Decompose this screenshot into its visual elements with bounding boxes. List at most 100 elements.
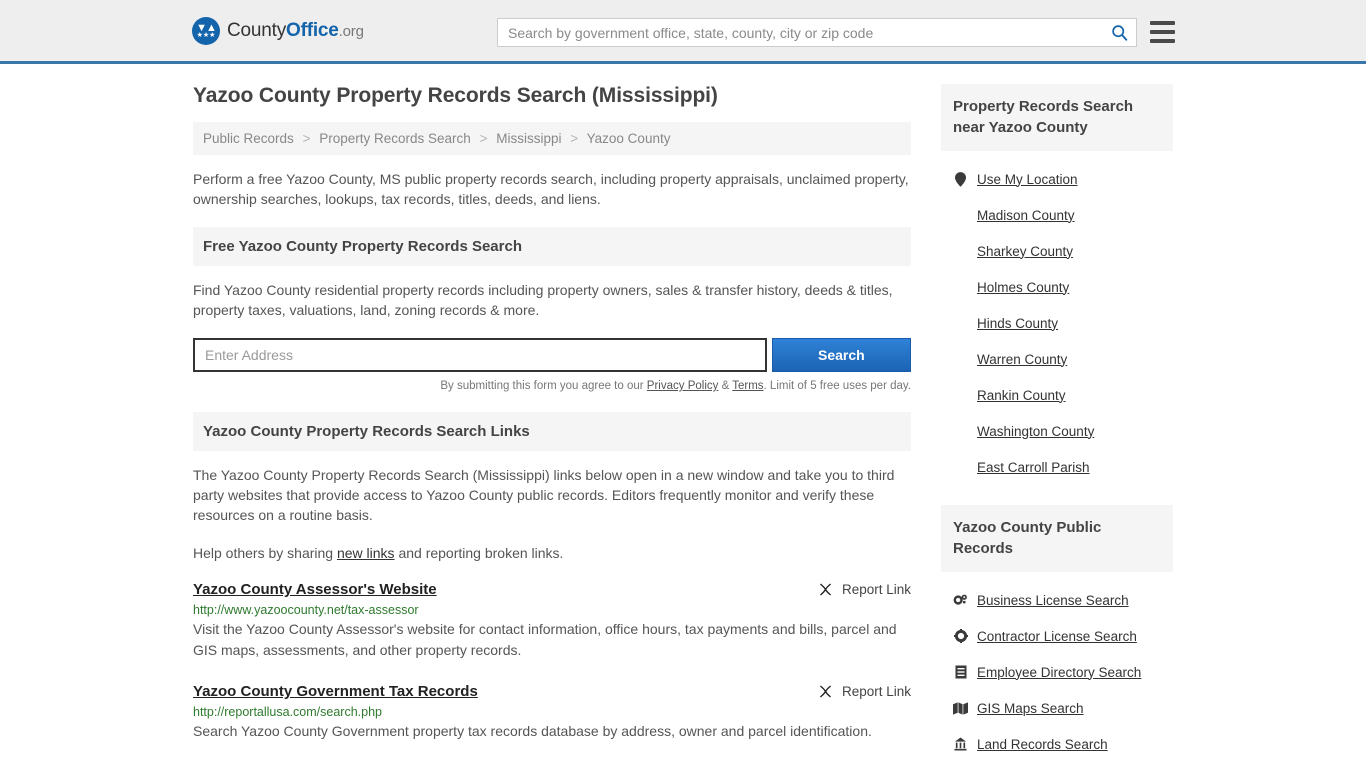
logo-text-office: Office [286,19,339,41]
list-item[interactable]: Hinds County [941,305,1173,341]
list-item[interactable]: Land Records Search [941,726,1173,762]
header-search-input[interactable] [498,19,1102,46]
hamburger-menu-icon[interactable] [1150,21,1175,43]
link-result-item: Yazoo County Government Tax Records Repo… [193,683,911,742]
nearby-county-link[interactable]: Rankin County [977,388,1066,403]
gis-maps-search-link[interactable]: GIS Maps Search [977,701,1084,716]
link-result-url: http://reportallusa.com/search.php [193,705,382,719]
id-card-icon [953,665,968,679]
nearby-county-link[interactable]: Washington County [977,424,1094,439]
hamburger-bar [1150,21,1175,25]
list-item[interactable]: Employee Directory Search [941,654,1173,690]
list-item[interactable]: Use My Location [941,161,1173,197]
help-pre-text: Help others by sharing [193,545,337,561]
address-search-submit-button[interactable]: Search [771,338,911,372]
free-search-description: Find Yazoo County residential property r… [193,282,893,318]
report-link-label: Report Link [841,684,911,699]
countyoffice-eagle-logo-icon: ▼▲ ★★★ [192,16,220,45]
page-body: Yazoo County Property Records Search (Mi… [0,64,1366,768]
list-item[interactable]: Madison County [941,197,1173,233]
sidebar-column: Property Records Search near Yazoo Count… [941,84,1173,768]
list-item[interactable]: East Carroll Parish [941,449,1173,485]
map-icon [953,701,968,715]
form-disclaimer: By submitting this form you agree to our… [193,380,911,392]
page-title: Yazoo County Property Records Search (Mi… [193,84,718,107]
cogs-icon [953,593,968,607]
logo-text: CountyOffice.org [227,20,364,42]
nearby-search-panel-heading: Property Records Search near Yazoo Count… [941,84,1173,151]
stars-glyph: ★★★ [196,32,216,39]
business-license-search-link[interactable]: Business License Search [977,593,1129,608]
nearby-county-link[interactable]: Holmes County [977,280,1069,295]
nearby-county-link[interactable]: Sharkey County [977,244,1073,259]
public-records-panel-heading: Yazoo County Public Records [941,505,1173,572]
nearby-county-link[interactable]: East Carroll Parish [977,460,1090,475]
hamburger-bar [1150,30,1175,34]
breadcrumb-item-property-records-search[interactable]: Property Records Search [319,131,471,146]
map-pin-icon [953,171,968,187]
link-result-title[interactable]: Yazoo County Assessor's Website [193,581,437,598]
breadcrumb-separator: > [302,131,311,146]
report-link-button[interactable]: Report Link [817,581,911,598]
list-item[interactable]: Washington County [941,413,1173,449]
link-result-url: http://www.yazoocounty.net/tax-assessor [193,603,419,617]
new-links-link[interactable]: new links [337,545,395,561]
help-share-text: Help others by sharing new links and rep… [193,543,911,563]
disclaimer-pre-text: By submitting this form you agree to our [440,380,647,392]
breadcrumb-item-yazoo-county[interactable]: Yazoo County [587,131,671,146]
header-search-button[interactable] [1102,19,1136,46]
landmark-icon [953,737,968,751]
header-search-bar [497,18,1137,47]
use-my-location-link[interactable]: Use My Location [977,172,1078,187]
disclaimer-post-text: . Limit of 5 free uses per day. [763,380,911,392]
nearby-search-panel: Property Records Search near Yazoo Count… [941,84,1173,485]
nearby-county-link[interactable]: Warren County [977,352,1067,367]
link-result-item: Yazoo County Assessor's Website Report L… [193,581,911,661]
site-header: ▼▲ ★★★ CountyOffice.org [0,0,1366,64]
breadcrumb-separator: > [479,131,488,146]
link-result-description: Search Yazoo County Government property … [193,723,872,739]
link-result-header: Yazoo County Assessor's Website Report L… [193,581,911,598]
page-intro-text: Perform a free Yazoo County, MS public p… [193,171,909,207]
unlink-icon [820,685,831,698]
nearby-county-list: Use My Location Madison County Sharkey C… [941,151,1173,485]
eagle-glyph: ▼▲ [196,22,217,34]
search-icon [1111,25,1127,41]
breadcrumb: Public Records > Property Records Search… [193,122,911,155]
address-search-input[interactable] [193,338,767,372]
links-section-heading: Yazoo County Property Records Search Lin… [193,412,911,451]
contractor-license-search-link[interactable]: Contractor License Search [977,629,1137,644]
list-item[interactable]: Business License Search [941,582,1173,618]
hamburger-bar [1150,39,1175,43]
link-result-header: Yazoo County Government Tax Records Repo… [193,683,911,700]
logo-text-county: County [227,19,287,41]
disclaimer-amp: & [718,380,733,392]
list-item[interactable]: Holmes County [941,269,1173,305]
link-result-description: Visit the Yazoo County Assessor's websit… [193,621,897,658]
site-logo[interactable]: ▼▲ ★★★ CountyOffice.org [192,16,364,45]
list-item[interactable]: Sharkey County [941,233,1173,269]
privacy-policy-link[interactable]: Privacy Policy [647,380,719,392]
terms-link[interactable]: Terms [732,380,763,392]
free-search-heading: Free Yazoo County Property Records Searc… [193,227,911,266]
public-records-list: Business License Search Contractor Licen… [941,572,1173,762]
list-item[interactable]: Warren County [941,341,1173,377]
cog-icon [953,629,968,643]
breadcrumb-item-mississippi[interactable]: Mississippi [496,131,561,146]
nearby-county-link[interactable]: Madison County [977,208,1075,223]
address-search-form: Search [193,338,911,372]
land-records-search-link[interactable]: Land Records Search [977,737,1108,752]
employee-directory-search-link[interactable]: Employee Directory Search [977,665,1141,680]
public-records-panel: Yazoo County Public Records Business Lic… [941,505,1173,762]
breadcrumb-item-public-records[interactable]: Public Records [203,131,294,146]
main-content-column: Yazoo County Property Records Search (Mi… [193,84,911,768]
link-result-title[interactable]: Yazoo County Government Tax Records [193,683,478,700]
help-post-text: and reporting broken links. [394,545,564,561]
list-item[interactable]: Rankin County [941,377,1173,413]
links-section-description: The Yazoo County Property Records Search… [193,467,895,523]
breadcrumb-separator: > [570,131,579,146]
list-item[interactable]: Contractor License Search [941,618,1173,654]
report-link-button[interactable]: Report Link [817,683,911,700]
list-item[interactable]: GIS Maps Search [941,690,1173,726]
nearby-county-link[interactable]: Hinds County [977,316,1058,331]
